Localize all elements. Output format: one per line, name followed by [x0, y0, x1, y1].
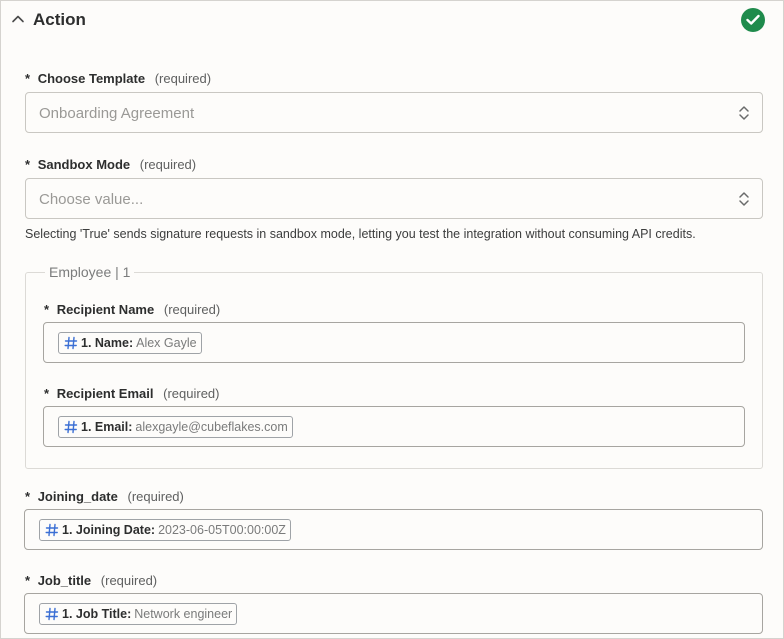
required-asterisk: * [25, 71, 31, 86]
section-header[interactable]: Action [1, 1, 783, 39]
employee-group-legend: Employee | 1 [45, 264, 135, 280]
job-title-label: * Job_title (required) [25, 573, 158, 588]
required-asterisk: * [44, 302, 50, 317]
choose-template-select[interactable]: Onboarding Agreement [25, 92, 763, 133]
job-title-chip[interactable]: 1. Job Title: Network engineer [39, 603, 238, 625]
recipient-email-label: * Recipient Email (required) [44, 386, 220, 401]
hash-icon [64, 336, 78, 350]
recipient-email-chip[interactable]: 1. Email: alexgayle@cubeflakes.com [58, 416, 293, 438]
recipient-name-field[interactable]: 1. Name: Alex Gayle [43, 322, 745, 363]
choose-template-label: * Choose Template (required) [25, 71, 212, 86]
required-asterisk: * [25, 489, 31, 504]
hash-icon [45, 607, 59, 621]
hash-icon [45, 523, 59, 537]
chevron-up-icon[interactable] [11, 12, 25, 26]
select-arrows-icon [739, 192, 749, 206]
sandbox-help-text: Selecting 'True' sends signature request… [25, 227, 696, 241]
sandbox-mode-placeholder: Choose value... [39, 191, 144, 208]
choose-template-value: Onboarding Agreement [39, 105, 195, 122]
section-title: Action [33, 10, 86, 29]
job-title-field[interactable]: 1. Job Title: Network engineer [24, 593, 763, 634]
select-arrows-icon [739, 106, 749, 120]
hash-icon [64, 420, 78, 434]
sandbox-mode-label: * Sandbox Mode (required) [25, 157, 197, 172]
recipient-name-label: * Recipient Name (required) [44, 302, 221, 317]
joining-date-field[interactable]: 1. Joining Date: 2023-06-05T00:00:00Z [24, 509, 763, 550]
joining-date-chip[interactable]: 1. Joining Date: 2023-06-05T00:00:00Z [39, 519, 291, 541]
required-asterisk: * [25, 573, 31, 588]
recipient-name-chip[interactable]: 1. Name: Alex Gayle [58, 332, 202, 354]
action-panel: Action * Choose Template (required) Onbo… [0, 0, 784, 639]
sandbox-mode-select[interactable]: Choose value... [25, 178, 763, 219]
success-check-icon [741, 8, 765, 32]
required-asterisk: * [44, 386, 50, 401]
recipient-email-field[interactable]: 1. Email: alexgayle@cubeflakes.com [43, 406, 745, 447]
joining-date-label: * Joining_date (required) [25, 489, 184, 504]
required-asterisk: * [25, 157, 31, 172]
